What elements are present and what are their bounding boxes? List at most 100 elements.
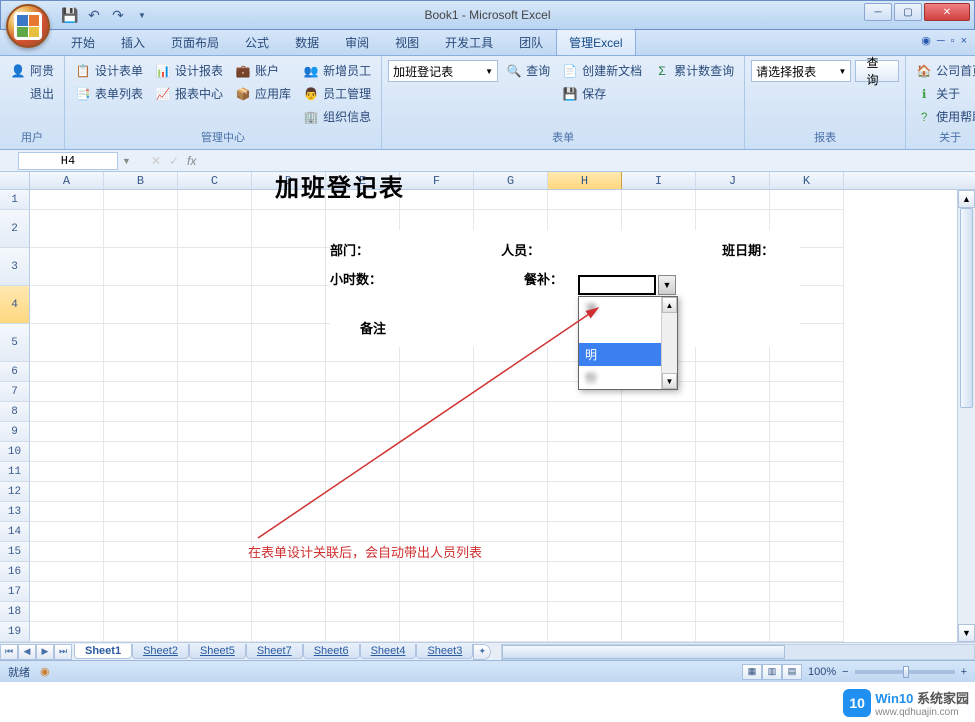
cell[interactable] bbox=[770, 482, 844, 502]
cell[interactable] bbox=[474, 362, 548, 382]
first-sheet-button[interactable]: ⏮ bbox=[0, 644, 18, 660]
cell[interactable] bbox=[770, 190, 844, 210]
cell[interactable] bbox=[104, 286, 178, 324]
cell[interactable] bbox=[178, 602, 252, 622]
cell[interactable] bbox=[104, 542, 178, 562]
cell[interactable] bbox=[622, 502, 696, 522]
zoom-level[interactable]: 100% bbox=[808, 666, 836, 678]
cell[interactable] bbox=[474, 462, 548, 482]
row-header-4[interactable]: 4 bbox=[0, 286, 30, 324]
select-all-corner[interactable] bbox=[0, 172, 30, 189]
hscroll-thumb[interactable] bbox=[502, 645, 785, 659]
cell[interactable] bbox=[622, 482, 696, 502]
cell[interactable] bbox=[696, 542, 770, 562]
prev-sheet-button[interactable]: ◀ bbox=[18, 644, 36, 660]
row-header-9[interactable]: 9 bbox=[0, 422, 30, 442]
cell[interactable] bbox=[30, 210, 104, 248]
cell[interactable] bbox=[696, 482, 770, 502]
tab-团队[interactable]: 团队 bbox=[506, 29, 556, 55]
cell[interactable] bbox=[400, 502, 474, 522]
next-sheet-button[interactable]: ▶ bbox=[36, 644, 54, 660]
col-header-G[interactable]: G bbox=[474, 172, 548, 189]
cell[interactable] bbox=[770, 362, 844, 382]
ribbon-btn-退出[interactable]: 退出 bbox=[6, 83, 58, 104]
cell[interactable] bbox=[770, 542, 844, 562]
cell[interactable] bbox=[178, 248, 252, 286]
col-header-A[interactable]: A bbox=[30, 172, 104, 189]
cell[interactable] bbox=[548, 422, 622, 442]
cell[interactable] bbox=[326, 522, 400, 542]
zoom-in-button[interactable]: + bbox=[961, 666, 967, 678]
cell[interactable] bbox=[696, 582, 770, 602]
maximize-button[interactable]: ▢ bbox=[894, 3, 922, 21]
cell[interactable] bbox=[252, 582, 326, 602]
ribbon-btn-保存[interactable]: 💾保存 bbox=[558, 83, 646, 104]
cell[interactable] bbox=[474, 382, 548, 402]
cell[interactable] bbox=[696, 562, 770, 582]
cell[interactable] bbox=[178, 362, 252, 382]
cell[interactable] bbox=[326, 402, 400, 422]
cell[interactable] bbox=[400, 622, 474, 642]
cell[interactable] bbox=[252, 248, 326, 286]
cell[interactable] bbox=[474, 402, 548, 422]
cell[interactable] bbox=[178, 286, 252, 324]
cell[interactable] bbox=[474, 542, 548, 562]
cell[interactable] bbox=[104, 324, 178, 362]
cell[interactable] bbox=[30, 622, 104, 642]
cell[interactable] bbox=[326, 602, 400, 622]
cell[interactable] bbox=[326, 502, 400, 522]
last-sheet-button[interactable]: ⏭ bbox=[54, 644, 72, 660]
cell[interactable] bbox=[178, 382, 252, 402]
sheet-tab-Sheet7[interactable]: Sheet7 bbox=[246, 644, 303, 659]
cell[interactable] bbox=[400, 482, 474, 502]
undo-icon[interactable]: ↶ bbox=[85, 6, 103, 24]
cell[interactable] bbox=[770, 462, 844, 482]
cell[interactable] bbox=[548, 402, 622, 422]
sheet-tab-Sheet3[interactable]: Sheet3 bbox=[416, 644, 473, 659]
tab-页面布局[interactable]: 页面布局 bbox=[158, 29, 232, 55]
cell[interactable] bbox=[770, 602, 844, 622]
name-box[interactable]: H4 bbox=[18, 152, 118, 170]
cell[interactable] bbox=[548, 582, 622, 602]
ribbon-btn-累计数查询[interactable]: Σ累计数查询 bbox=[650, 60, 738, 81]
cell[interactable] bbox=[696, 462, 770, 482]
vertical-scrollbar[interactable]: ▲ ▼ bbox=[957, 190, 975, 642]
cell[interactable] bbox=[30, 402, 104, 422]
cell[interactable] bbox=[104, 190, 178, 210]
cell[interactable] bbox=[622, 402, 696, 422]
help-icon[interactable]: ◉ bbox=[921, 34, 931, 47]
row-header-6[interactable]: 6 bbox=[0, 362, 30, 382]
cell[interactable] bbox=[474, 602, 548, 622]
cell[interactable] bbox=[326, 442, 400, 462]
cell[interactable] bbox=[622, 602, 696, 622]
cell[interactable] bbox=[178, 324, 252, 362]
cell[interactable] bbox=[252, 462, 326, 482]
cell[interactable] bbox=[474, 422, 548, 442]
tab-插入[interactable]: 插入 bbox=[108, 29, 158, 55]
ribbon-btn-设计表单[interactable]: 📋设计表单 bbox=[71, 60, 147, 81]
cell[interactable] bbox=[770, 382, 844, 402]
row-header-18[interactable]: 18 bbox=[0, 602, 30, 622]
cell[interactable] bbox=[770, 422, 844, 442]
sheet-tab-Sheet1[interactable]: Sheet1 bbox=[74, 644, 132, 659]
cell[interactable] bbox=[548, 542, 622, 562]
tab-视图[interactable]: 视图 bbox=[382, 29, 432, 55]
scroll-up-button[interactable]: ▲ bbox=[958, 190, 975, 208]
cell[interactable] bbox=[696, 422, 770, 442]
cell[interactable] bbox=[770, 522, 844, 542]
sheet-tab-Sheet6[interactable]: Sheet6 bbox=[303, 644, 360, 659]
horizontal-scrollbar[interactable] bbox=[501, 644, 975, 660]
cell[interactable] bbox=[326, 422, 400, 442]
row-header-14[interactable]: 14 bbox=[0, 522, 30, 542]
col-header-J[interactable]: J bbox=[696, 172, 770, 189]
cell[interactable] bbox=[770, 502, 844, 522]
cell[interactable] bbox=[770, 442, 844, 462]
save-icon[interactable]: 💾 bbox=[61, 6, 79, 24]
name-box-dropdown-icon[interactable]: ▼ bbox=[122, 156, 131, 166]
ribbon-select[interactable]: 请选择报表▼ bbox=[751, 60, 851, 82]
cell[interactable] bbox=[548, 622, 622, 642]
cell[interactable] bbox=[104, 382, 178, 402]
cell[interactable] bbox=[178, 622, 252, 642]
row-header-12[interactable]: 12 bbox=[0, 482, 30, 502]
vscroll-thumb[interactable] bbox=[960, 208, 973, 408]
